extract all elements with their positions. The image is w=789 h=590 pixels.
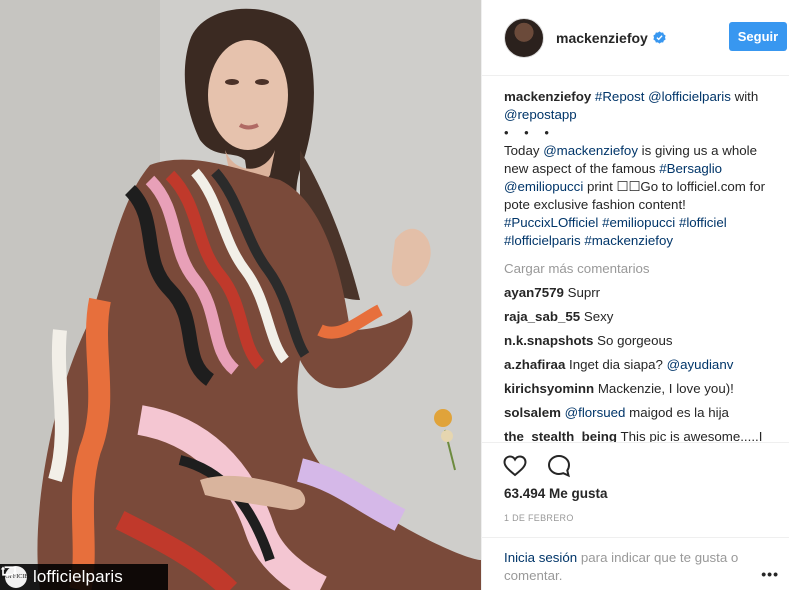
comment-text: maigod es la hija [629, 405, 729, 420]
comment-username[interactable]: the_stealth_being [504, 429, 617, 442]
comment-item: kirichsyominn Mackenzie, I love you)! [504, 380, 783, 398]
caption-hashtag-puccixlofficiel[interactable]: #PuccixLOfficiel [504, 215, 598, 230]
post-header: mackenziefoy Seguir [482, 0, 789, 76]
caption-mention-repostapp[interactable]: @repostapp [504, 107, 577, 122]
caption-hashtag-lofficielparis[interactable]: #lofficielparis [504, 233, 581, 248]
comment-username[interactable]: solsalem [504, 405, 561, 420]
caption-hashtag-lofficiel[interactable]: #lofficiel [679, 215, 727, 230]
instagram-post: L'OFFICIEL lofficielparis mackenziefoy S… [0, 0, 789, 590]
comment-item: n.k.snapshots So gorgeous [504, 332, 783, 350]
login-prompt: Inicia sesión para indicar que te gusta … [482, 537, 789, 590]
post-caption: mackenziefoy #Repost @lofficielparis wit… [504, 88, 783, 250]
caption-mention-emiliopucci[interactable]: @emiliopucci [504, 179, 583, 194]
comment-item: ayan7579 Suprr [504, 284, 783, 302]
post-side-panel: mackenziefoy Seguir mackenziefoy #Repost… [481, 0, 789, 590]
repost-icon [0, 566, 18, 576]
comment-username[interactable]: a.zhafiraa [504, 357, 565, 372]
more-options-icon[interactable]: ••• [761, 566, 779, 582]
comment-text: So gorgeous [597, 333, 673, 348]
comment-username[interactable]: raja_sab_55 [504, 309, 580, 324]
post-actions: 63.494 Me gusta 1 DE FEBRERO Inicia sesi… [482, 442, 789, 583]
verified-badge-icon [653, 31, 666, 44]
caption-mention-mackenziefoy[interactable]: @mackenziefoy [543, 143, 638, 158]
caption-dots: • • • [504, 125, 555, 140]
repost-badge[interactable]: L'OFFICIEL lofficielparis [0, 564, 168, 590]
load-more-comments[interactable]: Cargar más comentarios [504, 260, 783, 278]
comment-text: Suprr [567, 285, 601, 300]
comment-username[interactable]: ayan7579 [504, 285, 564, 300]
comment-item: solsalem @florsued maigod es la hija [504, 404, 783, 422]
comment-item: the_stealth_being This pic is awesome...… [504, 428, 783, 442]
action-icons [502, 453, 572, 479]
likes-count[interactable]: 63.494 Me gusta [504, 486, 608, 501]
post-date[interactable]: 1 DE FEBRERO [504, 513, 574, 523]
comment-username[interactable]: kirichsyominn [504, 381, 594, 396]
comment-username[interactable]: n.k.snapshots [504, 333, 593, 348]
caption-hashtag-mackenziefoy[interactable]: #mackenziefoy [584, 233, 673, 248]
comment-mention[interactable]: @ayudianv [667, 357, 734, 372]
caption-hashtag-repost[interactable]: #Repost [595, 89, 645, 104]
login-link[interactable]: Inicia sesión [504, 550, 577, 565]
caption-username[interactable]: mackenziefoy [504, 89, 591, 104]
follow-button[interactable]: Seguir [729, 22, 787, 51]
caption-text-with: with [730, 89, 759, 104]
header-username[interactable]: mackenziefoy [556, 30, 648, 46]
heart-icon[interactable] [502, 453, 528, 479]
comment-text: Sexy [583, 309, 614, 324]
comment-text: Inget dia siapa? [569, 357, 663, 372]
post-photo[interactable]: L'OFFICIEL lofficielparis [0, 0, 481, 590]
comment-text: Mackenzie, I love you)! [597, 381, 734, 396]
caption-text-today: Today [504, 143, 544, 158]
comments-list: mackenziefoy #Repost @lofficielparis wit… [504, 88, 783, 442]
comment-text: This pic is awesome.....I [620, 429, 763, 442]
avatar[interactable] [504, 17, 544, 58]
caption-hashtag-bersaglio[interactable]: #Bersaglio [659, 161, 722, 176]
caption-mention-lofficielparis[interactable]: @lofficielparis [648, 89, 731, 104]
comment-icon[interactable] [546, 453, 572, 479]
caption-hashtag-emiliopucci[interactable]: #emiliopucci [602, 215, 675, 230]
comment-item: raja_sab_55 Sexy [504, 308, 783, 326]
comment-item: a.zhafiraa Inget dia siapa? @ayudianv [504, 356, 783, 374]
photo-illustration [0, 0, 481, 590]
repost-username[interactable]: lofficielparis [33, 567, 123, 587]
comment-mention[interactable]: @florsued [565, 405, 626, 420]
